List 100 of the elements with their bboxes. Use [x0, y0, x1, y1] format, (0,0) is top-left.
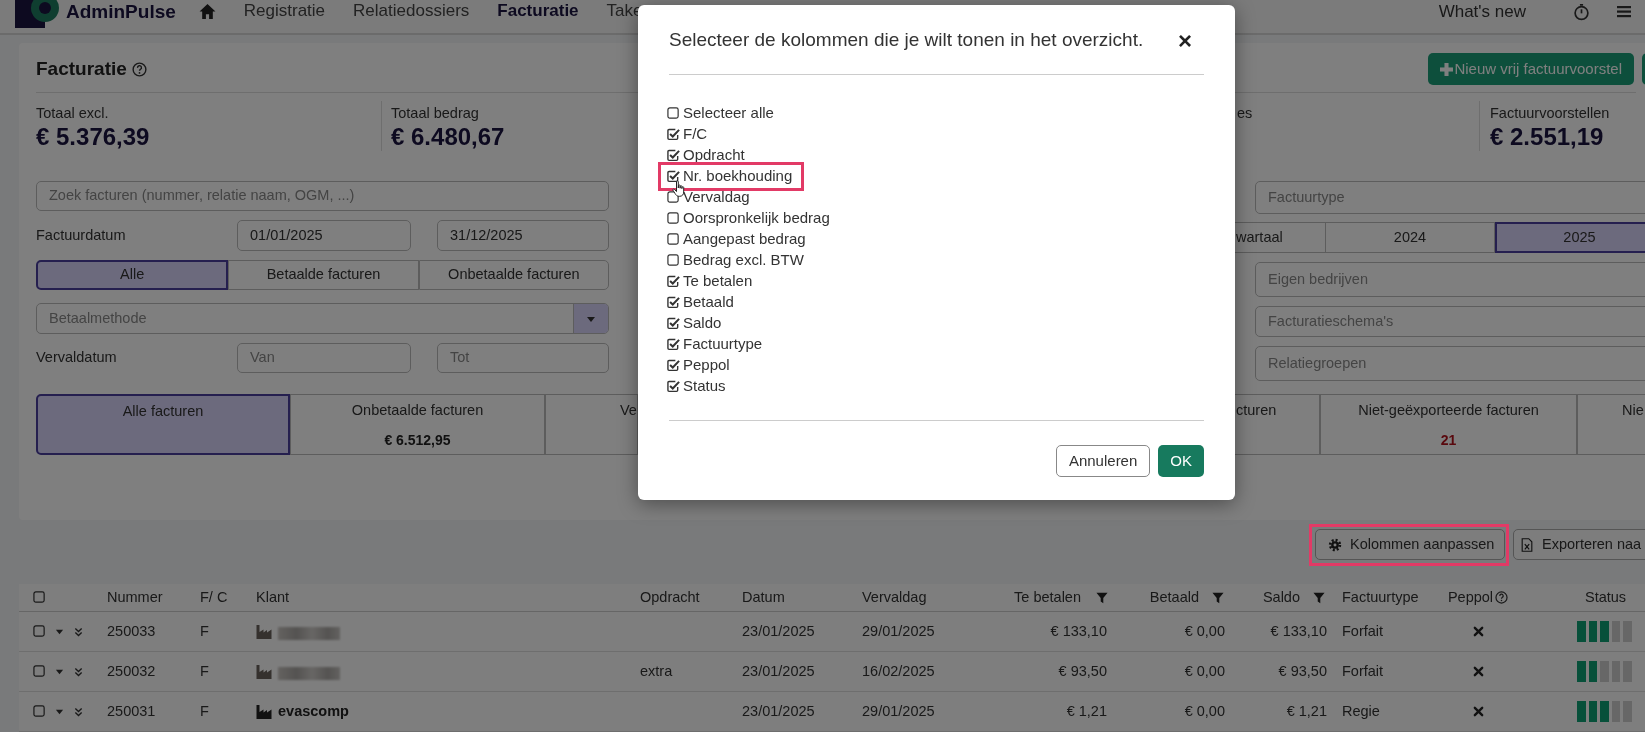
select-field[interactable]: Betaalmethode [36, 303, 609, 334]
cancel-button[interactable]: Annuleren [1055, 445, 1151, 477]
filter-tile[interactable]: Nie [1577, 394, 1645, 455]
checked-checkbox[interactable] [667, 359, 680, 372]
checked-checkbox[interactable] [667, 338, 680, 351]
column-header[interactable]: Peppol [1447, 586, 1494, 609]
table-cell-text: € 1,21 [1286, 701, 1327, 721]
checkbox-label[interactable]: Te betalen [683, 270, 753, 293]
column-header[interactable]: F/ C [200, 586, 228, 609]
input-field[interactable]: Zoek facturen (nummer, relatie naam, OGM, ...) [36, 181, 609, 211]
period-tab[interactable]: wartaal [1234, 222, 1325, 253]
input-field[interactable]: Relatiegroepen [1255, 346, 1645, 381]
filter-tile[interactable]: Ve [545, 394, 638, 455]
double-chevron-icon[interactable] [74, 666, 83, 677]
caret-down-icon[interactable] [55, 627, 64, 636]
column-header[interactable]: Betaald [1149, 586, 1199, 609]
checkbox-label[interactable]: Betaald [683, 291, 734, 314]
column-header[interactable]: Status [1585, 586, 1627, 609]
checked-checkbox[interactable] [667, 296, 680, 309]
input-field[interactable]: Eigen bedrijven [1255, 262, 1645, 297]
tile-value: 21 [1439, 431, 1458, 450]
clock-icon[interactable] [1573, 3, 1590, 21]
columns-button[interactable]: Kolommen aanpassen [1315, 529, 1505, 560]
date-field[interactable]: 01/01/2025 [237, 220, 411, 251]
nav-tab[interactable]: Relatiedossiers [339, 0, 484, 33]
checkbox-label[interactable]: Saldo [683, 312, 722, 335]
factory-icon [256, 623, 272, 640]
nav-tab[interactable]: Registratie [229, 0, 340, 33]
checkbox[interactable] [667, 191, 680, 204]
help-icon[interactable] [131, 61, 147, 77]
column-header[interactable]: Te betalen [1014, 586, 1081, 609]
checked-checkbox[interactable] [667, 275, 680, 288]
period-tab[interactable]: 2024 [1325, 222, 1495, 253]
checkbox-label[interactable]: Factuurtype [683, 333, 763, 356]
table-cell-text: F [200, 701, 209, 721]
filter-tile[interactable]: Niet-geëxporteerde facturen 21 [1320, 394, 1577, 455]
filter-tile[interactable]: cturen [1234, 394, 1320, 455]
new-proposal-button[interactable]: Nieuw vrij factuurvoorstel [1428, 53, 1634, 85]
input-field[interactable]: Facturatieschema's [1255, 306, 1645, 337]
column-header[interactable]: Nummer [107, 586, 163, 609]
table-cell-text: 16/02/2025 [862, 661, 935, 681]
redacted-name [278, 627, 340, 640]
table-cell-text: € 1,21 [1066, 701, 1107, 721]
checkbox[interactable] [667, 254, 680, 267]
checked-checkbox[interactable] [667, 149, 680, 162]
checkbox[interactable] [667, 107, 680, 120]
date-field[interactable]: 31/12/2025 [437, 220, 609, 251]
column-header[interactable]: Opdracht [640, 586, 700, 609]
checkbox-label[interactable]: Bedrag excl. BTW [683, 249, 804, 272]
input-field[interactable]: Tot [437, 343, 609, 373]
period-tab[interactable]: 2025 [1495, 222, 1645, 253]
checkbox[interactable] [667, 233, 680, 246]
checkbox-label[interactable]: Oorspronkelijk bedrag [683, 207, 830, 230]
checkbox-label[interactable]: Peppol [683, 354, 730, 377]
home-icon[interactable] [198, 3, 216, 20]
filter-tab[interactable]: Betaalde facturen [228, 260, 419, 290]
filter-tile[interactable]: Onbetaalde facturen € 6.512,95 [290, 394, 545, 455]
checkbox-label[interactable]: Selecteer alle [683, 102, 774, 125]
table-cell-text: 23/01/2025 [742, 661, 815, 681]
column-header[interactable]: Vervaldag [862, 586, 927, 609]
select-all-checkbox[interactable] [33, 591, 46, 604]
table-cell-text: € 0,00 [1184, 621, 1225, 641]
ok-button[interactable]: OK [1158, 445, 1204, 477]
caret-down-icon[interactable] [55, 667, 64, 676]
client-name[interactable]: evascomp [278, 700, 349, 723]
column-header[interactable]: Factuurtype [1342, 586, 1419, 609]
filter-tile[interactable]: Alle facturen [36, 394, 290, 455]
checked-checkbox[interactable] [667, 317, 680, 330]
checked-checkbox[interactable] [667, 170, 680, 183]
checkbox-label[interactable]: F/C [683, 123, 708, 146]
menu-icon[interactable] [1615, 4, 1633, 20]
checked-checkbox[interactable] [667, 128, 680, 141]
whats-new-link[interactable]: What's new [1438, 0, 1526, 25]
row-checkbox[interactable] [33, 665, 46, 678]
close-button[interactable]: × [1178, 28, 1192, 53]
double-chevron-icon[interactable] [74, 626, 83, 637]
caret-down-icon[interactable] [55, 707, 64, 716]
filter-tab[interactable]: Onbetaalde facturen [418, 260, 609, 290]
help-icon[interactable] [1495, 591, 1509, 604]
input-field[interactable]: Factuurtype [1255, 181, 1645, 214]
export-button[interactable]: Exporteren naa [1513, 529, 1645, 560]
filter-icon[interactable] [1313, 591, 1325, 604]
column-header[interactable]: Datum [742, 586, 785, 609]
checkbox-label[interactable]: Status [683, 375, 726, 398]
column-header[interactable]: Saldo [1262, 586, 1300, 609]
input-field[interactable]: Van [237, 343, 411, 373]
checkbox-label[interactable]: Aangepast bedrag [683, 228, 806, 251]
table-cell-text: € 93,50 [1058, 661, 1107, 681]
filter-icon[interactable] [1096, 591, 1108, 604]
filter-tab[interactable]: Alle [36, 260, 229, 290]
checked-checkbox[interactable] [667, 380, 680, 393]
settings-icon [1328, 537, 1342, 552]
stat-label: Totaal bedrag [391, 104, 479, 123]
row-checkbox[interactable] [33, 705, 46, 718]
double-chevron-icon[interactable] [74, 706, 83, 717]
filter-icon[interactable] [1212, 591, 1224, 604]
column-header[interactable]: Klant [256, 586, 290, 609]
table-cell-text: 29/01/2025 [862, 701, 935, 721]
checkbox[interactable] [667, 212, 680, 225]
row-checkbox[interactable] [33, 625, 46, 638]
